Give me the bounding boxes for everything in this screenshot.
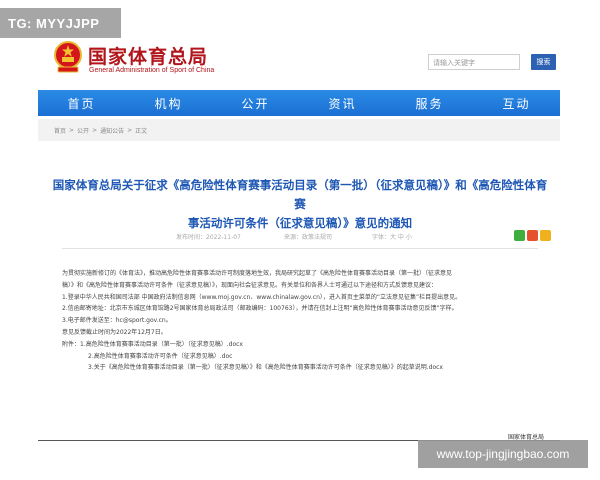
nav-item-public[interactable]: 公开 — [212, 90, 299, 116]
org-name-cn[interactable]: 国家体育总局 — [88, 42, 208, 69]
paragraph: 2.信函邮寄地址：北京市东城区体育馆路2号国家体育总局政法司（邮政编码：1007… — [62, 305, 458, 313]
breadcrumb-notices[interactable]: 通知公告 — [100, 126, 124, 135]
nav-item-news[interactable]: 资讯 — [299, 90, 386, 116]
breadcrumb-separator: > — [92, 126, 98, 134]
watermark-bottom: www.top-jingjingbao.com — [418, 440, 588, 468]
watermark-top: TG: MYYJJPP — [0, 8, 121, 38]
paragraph: 为贯彻实施新修订的《体育法》，推动高危险性体育赛事活动许可制度落地生效，我局研究… — [62, 270, 453, 277]
share-buttons — [514, 230, 551, 241]
breadcrumb-home[interactable]: 首页 — [54, 126, 66, 135]
attachment-link-3[interactable]: 3.关于《高危险性体育赛事活动目录（第一批）（征求意见稿）》和《高危险性体育赛事… — [62, 362, 542, 374]
nav-item-home[interactable]: 首页 — [38, 90, 125, 116]
article-title: 国家体育总局关于征求《高危险性体育赛事活动目录（第一批）（征求意见稿）》和《高危… — [50, 176, 550, 233]
org-name-en: General Administration of Sport of China — [89, 67, 215, 74]
article-source: 来源：政策法规司 — [284, 234, 333, 241]
breadcrumb-separator: > — [127, 126, 133, 134]
search-button[interactable]: 搜索 — [531, 54, 556, 70]
breadcrumb-current: 正文 — [135, 127, 148, 135]
divider — [62, 248, 538, 249]
weibo-icon[interactable] — [527, 230, 538, 241]
paragraph: 3.电子邮件发送至：hc@sport.gov.cn。 — [62, 317, 172, 325]
wechat-icon[interactable] — [514, 230, 525, 241]
attachment-link-2[interactable]: 2.高危险性体育赛事活动许可条件（征求意见稿）.doc — [62, 351, 542, 363]
site-header: 国家体育总局 General Administration of Sport o… — [38, 32, 560, 90]
attachment-link-1[interactable]: 1.高危险性体育赛事活动目录（第一批）（征求意见稿）.docx — [80, 341, 243, 348]
article-meta: 发布时间：2022-11-07 来源：政策法规司 字体：大 中 小 — [50, 230, 551, 244]
qzone-icon[interactable] — [540, 230, 551, 241]
breadcrumb: 首页 > 公开 > 通知公告 > 正文 — [38, 119, 560, 141]
paragraph: 稿）》和《高危险性体育赛事活动许可条件（征求意见稿）》，现面向社会征求意见。有关… — [62, 281, 438, 289]
article-body: 为贯彻实施新修订的《体育法》，推动高危险性体育赛事活动许可制度落地生效，我局研究… — [62, 268, 542, 374]
national-emblem-icon — [54, 41, 82, 73]
search-input[interactable]: 请输入关键字 — [428, 54, 520, 70]
nav-item-service[interactable]: 服务 — [386, 90, 473, 116]
publish-date: 发布时间：2022-11-07 — [176, 234, 241, 241]
main-nav: 首页 机构 公开 资讯 服务 互动 — [38, 90, 560, 116]
article-title-line: 国家体育总局关于征求《高危险性体育赛事活动目录（第一批）（征求意见稿）》和《高危… — [52, 178, 548, 211]
font-size-control[interactable]: 字体：大 中 小 — [372, 232, 412, 241]
attachments-row: 附件：1.高危险性体育赛事活动目录（第一批）（征求意见稿）.docx — [62, 339, 542, 351]
breadcrumb-separator: > — [69, 126, 75, 134]
nav-item-organization[interactable]: 机构 — [125, 90, 212, 116]
nav-item-interact[interactable]: 互动 — [473, 90, 560, 116]
breadcrumb-public[interactable]: 公开 — [77, 126, 89, 135]
paragraph: 1.登录中华人民共和国司法部 中国政府法制信息网（www.moj.gov.cn、… — [62, 293, 462, 301]
paragraph: 意见反馈截止时间为2022年12月7日。 — [62, 328, 167, 336]
attachments-label: 附件： — [62, 340, 81, 348]
